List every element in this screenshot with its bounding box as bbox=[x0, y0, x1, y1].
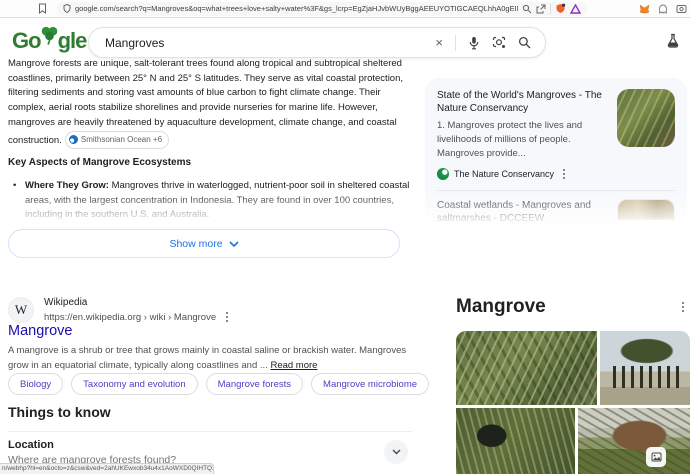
ghost-extension-icon[interactable] bbox=[658, 4, 668, 14]
google-logo[interactable]: Gogle bbox=[12, 27, 86, 55]
chip-mangrove-forests[interactable]: Mangrove forests bbox=[206, 373, 303, 395]
toolbar-divider bbox=[550, 4, 551, 14]
bookmark-icon[interactable] bbox=[38, 3, 47, 14]
mangrove-photo-bird[interactable] bbox=[456, 408, 575, 474]
mangrove-photo-tree[interactable] bbox=[600, 331, 690, 405]
logo-letter: g bbox=[58, 27, 70, 55]
chip-mangrove-microbiome[interactable]: Mangrove microbiome bbox=[311, 373, 429, 395]
show-more-button[interactable]: Show more bbox=[8, 229, 400, 258]
result-title-link[interactable]: Mangrove bbox=[8, 323, 72, 339]
source-card-thumbnail[interactable] bbox=[617, 199, 675, 232]
address-url[interactable]: google.com/search?q=Mangroves&oq=what+tr… bbox=[75, 4, 518, 13]
source-card[interactable]: Coastal wetlands - Mangroves and saltmar… bbox=[437, 199, 675, 232]
logo-letter: e bbox=[75, 27, 86, 55]
shamrock-doodle-icon bbox=[40, 25, 59, 53]
ai-overview-section-heading: Key Aspects of Mangrove Ecosystems bbox=[8, 157, 412, 168]
browser-chrome: google.com/search?q=Mangroves&oq=what+tr… bbox=[0, 0, 690, 18]
nature-conservancy-favicon bbox=[437, 168, 449, 180]
share-icon[interactable] bbox=[536, 4, 546, 14]
ai-overview-sources-panel: State of the World's Mangroves - The Nat… bbox=[425, 78, 687, 232]
bullet-label: Where They Grow: bbox=[25, 180, 109, 191]
show-more-label: Show more bbox=[169, 238, 222, 250]
privacy-shield-extension-icon[interactable] bbox=[555, 3, 566, 14]
wikipedia-favicon: W bbox=[8, 297, 34, 323]
link-preview-status: n/webhp?hl=en&octo=z&csw&ved=2ahUKEwxob3… bbox=[0, 463, 214, 474]
source-card-title[interactable]: State of the World's Mangroves - The Nat… bbox=[437, 89, 607, 115]
section-divider bbox=[8, 431, 412, 432]
source-card[interactable]: State of the World's Mangroves - The Nat… bbox=[437, 89, 675, 181]
mangrove-photo-rootball[interactable] bbox=[578, 408, 690, 474]
source-card-snippet: 1. Mangroves protect the lives and livel… bbox=[437, 119, 607, 161]
snippet-text: A mangrove is a shrub or tree that grows… bbox=[8, 345, 406, 371]
chip-taxonomy[interactable]: Taxonomy and evolution bbox=[71, 373, 197, 395]
card-menu-icon[interactable] bbox=[559, 167, 569, 181]
chevron-down-icon bbox=[229, 241, 239, 247]
result-site-name[interactable]: Wikipedia bbox=[44, 297, 87, 308]
microphone-icon[interactable] bbox=[468, 36, 480, 50]
bullet-marker: • bbox=[13, 179, 16, 194]
source-card-snippet: Both mangroves and saltmarshes protect c… bbox=[437, 229, 607, 232]
site-info-icon[interactable] bbox=[63, 4, 71, 13]
card-divider bbox=[437, 190, 675, 191]
browser-extensions bbox=[639, 4, 687, 14]
image-gallery-icon[interactable] bbox=[646, 447, 666, 467]
search-box[interactable]: × bbox=[88, 27, 546, 58]
search-icon[interactable] bbox=[518, 36, 531, 49]
address-bar[interactable]: google.com/search?q=Mangroves&oq=what+tr… bbox=[57, 2, 587, 16]
metamask-extension-icon[interactable] bbox=[639, 4, 650, 14]
ai-overview-bullet: • Where They Grow: Mangroves thrive in w… bbox=[8, 179, 412, 228]
chevron-down-icon bbox=[392, 449, 401, 455]
result-breadcrumb[interactable]: https://en.wikipedia.org › wiki › Mangro… bbox=[44, 312, 216, 323]
search-box-divider bbox=[455, 35, 456, 51]
google-lens-icon[interactable] bbox=[492, 36, 506, 49]
smithsonian-favicon bbox=[69, 135, 78, 144]
citation-label: Smithsonian Ocean +6 bbox=[81, 133, 162, 148]
location-item-title[interactable]: Location bbox=[8, 439, 54, 451]
expand-location-button[interactable] bbox=[384, 440, 408, 464]
ai-overview-paragraph: Mangrove forests are unique, salt-tolera… bbox=[8, 57, 414, 149]
google-search-page: google.com/search?q=Mangroves&oq=what+tr… bbox=[0, 0, 690, 474]
source-card-thumbnail[interactable] bbox=[617, 89, 675, 147]
knowledge-panel-title: Mangrove bbox=[456, 296, 546, 318]
clear-search-icon[interactable]: × bbox=[435, 36, 443, 49]
favicon-letter: W bbox=[15, 302, 27, 318]
labs-flask-icon[interactable] bbox=[666, 33, 680, 48]
screenshot-extension-icon[interactable] bbox=[676, 4, 687, 14]
source-name: The Nature Conservancy bbox=[454, 169, 554, 179]
knowledge-panel-menu-icon[interactable] bbox=[678, 300, 688, 314]
things-to-know-heading: Things to know bbox=[8, 404, 111, 420]
triangle-extension-icon[interactable] bbox=[570, 4, 581, 14]
chip-biology[interactable]: Biology bbox=[8, 373, 63, 395]
result-snippet: A mangrove is a shrub or tree that grows… bbox=[8, 344, 414, 373]
search-input[interactable] bbox=[105, 36, 435, 50]
mangrove-photo-roots[interactable] bbox=[456, 331, 597, 405]
result-menu-icon[interactable] bbox=[222, 310, 232, 324]
citation-chip[interactable]: Smithsonian Ocean +6 bbox=[65, 131, 169, 150]
logo-letter: G bbox=[12, 27, 28, 55]
zoom-page-icon[interactable] bbox=[522, 4, 532, 14]
related-chips: Biology Taxonomy and evolution Mangrove … bbox=[8, 373, 429, 395]
read-more-link[interactable]: Read more bbox=[270, 360, 317, 371]
source-card-title[interactable]: Coastal wetlands - Mangroves and saltmar… bbox=[437, 199, 607, 225]
